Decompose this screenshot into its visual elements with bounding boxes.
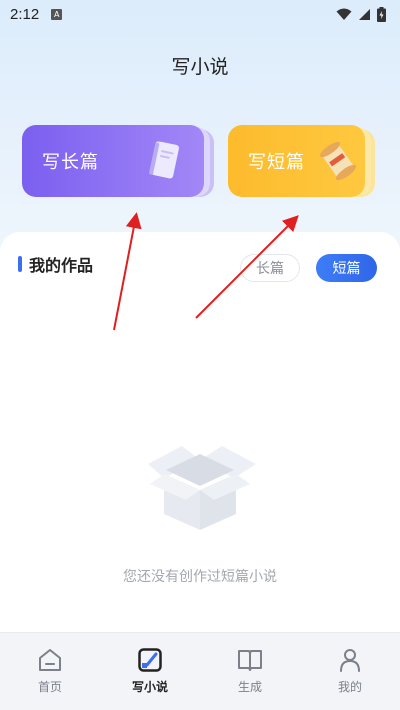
write-long-label: 写长篇 <box>42 152 99 173</box>
page-title: 写小说 <box>171 56 229 78</box>
bottom-nav: 首页 写小说 生成 我的 <box>0 632 400 710</box>
status-bar: 2:12 A <box>0 0 400 28</box>
open-book-icon <box>238 650 262 671</box>
person-icon <box>340 649 360 672</box>
my-works-title: 我的作品 <box>29 256 94 275</box>
nav-profile[interactable]: 我的 <box>300 633 400 710</box>
my-works-heading: 我的作品 <box>18 252 93 276</box>
write-long-button[interactable]: 写长篇 <box>22 125 204 197</box>
empty-state-text: 您还没有创作过短篇小说 <box>123 569 277 585</box>
nav-generate[interactable]: 生成 <box>200 633 300 710</box>
write-short-button[interactable]: 写短篇 <box>228 125 365 197</box>
status-time: 2:12 <box>10 5 40 23</box>
signal-icon <box>359 8 370 20</box>
status-icons <box>336 6 386 22</box>
nav-write[interactable]: 写小说 <box>100 633 200 710</box>
tab-short[interactable]: 短篇 <box>316 254 377 282</box>
write-icon <box>138 648 162 672</box>
nav-generate-label: 生成 <box>237 680 262 694</box>
nav-write-label: 写小说 <box>131 680 168 694</box>
wifi-icon <box>336 8 352 20</box>
nav-home-label: 首页 <box>37 680 62 694</box>
empty-box-icon <box>148 446 256 530</box>
battery-icon <box>377 6 386 22</box>
nav-profile-label: 我的 <box>337 680 362 694</box>
nav-home[interactable]: 首页 <box>0 633 100 710</box>
heading-accent-bar <box>18 256 22 272</box>
home-icon <box>39 649 61 671</box>
tab-long[interactable]: 长篇 <box>240 254 300 282</box>
write-short-label: 写短篇 <box>248 152 305 173</box>
scroll-icon <box>319 141 357 181</box>
book-icon <box>149 141 179 179</box>
notification-icon: A <box>51 8 63 20</box>
